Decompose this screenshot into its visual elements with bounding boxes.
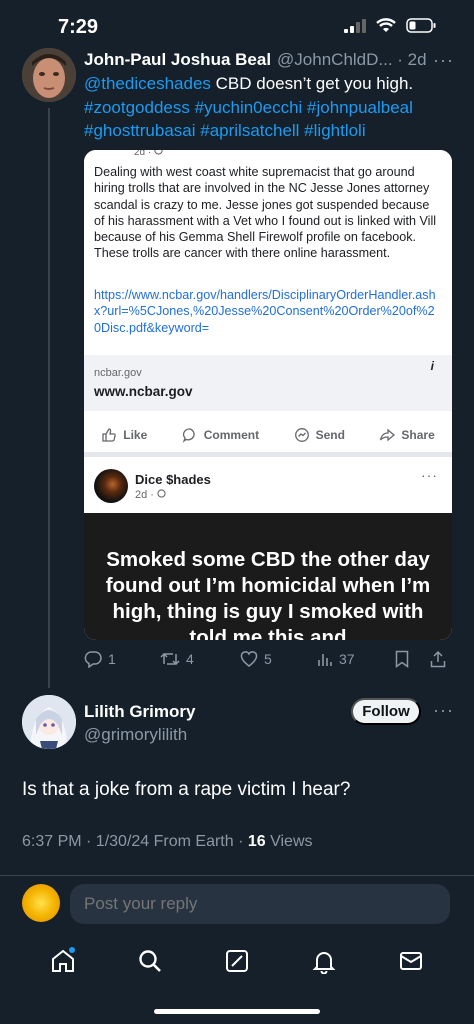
reply-author-avatar[interactable] xyxy=(22,695,76,749)
info-icon: i xyxy=(430,359,434,373)
mention-link[interactable]: @thediceshades xyxy=(84,74,211,93)
reply-views-count: 16 xyxy=(247,833,266,850)
fb-post-2-header: Dice $hades 2d · ··· xyxy=(84,457,452,513)
fb-post-2-meta: 2d · xyxy=(135,489,166,501)
reply-author-handle[interactable]: @grimorylilith xyxy=(84,725,187,745)
bookmark-icon xyxy=(395,650,409,668)
share-button[interactable] xyxy=(430,650,446,668)
bell-icon xyxy=(312,952,336,974)
views-count: 37 xyxy=(339,651,355,667)
reply-text: Is that a joke from a rape victim I hear… xyxy=(22,779,351,800)
status-bar: 7:29 xyxy=(0,0,474,56)
nav-grok[interactable] xyxy=(213,939,261,983)
share-arrow-icon xyxy=(380,428,396,442)
tweet-text: @thediceshades CBD doesn’t get you high.… xyxy=(84,72,454,143)
battery-icon xyxy=(406,18,436,33)
tweet-media-image[interactable]: 2d · Dealing with west coast white supre… xyxy=(84,150,452,640)
fb-post-2-image: Smoked some CBD the other day found out … xyxy=(84,513,452,640)
status-time: 7:29 xyxy=(58,16,99,38)
retweet-icon xyxy=(160,652,180,666)
reply-count: 1 xyxy=(108,651,116,667)
like-button[interactable]: 5 xyxy=(240,650,272,668)
fb-link-domain: www.ncbar.gov xyxy=(94,384,193,399)
author-avatar[interactable] xyxy=(22,48,76,102)
fb-post-2-avatar xyxy=(94,469,128,503)
grok-icon xyxy=(225,950,248,972)
globe-icon xyxy=(154,150,163,155)
fb-comment: Comment xyxy=(182,427,259,443)
comment-icon xyxy=(182,428,195,443)
thread-line xyxy=(48,108,50,688)
nav-home[interactable] xyxy=(39,939,87,983)
fb-post-1-url: https://www.ncbar.gov/handlers/Disciplin… xyxy=(94,288,436,335)
follow-button[interactable]: Follow xyxy=(351,698,421,725)
tweet-body: CBD doesn’t get you high. xyxy=(210,74,414,93)
reply-button[interactable]: 1 xyxy=(84,650,116,668)
views-icon xyxy=(318,654,332,666)
home-indicator xyxy=(154,1009,320,1014)
reply-more-options-icon[interactable]: ··· xyxy=(433,700,454,721)
nav-notifications[interactable] xyxy=(300,939,348,983)
retweet-count: 4 xyxy=(186,651,194,667)
fb-post-2-name: Dice $hades xyxy=(135,472,211,487)
tweet-action-bar: 1 4 5 37 xyxy=(84,648,454,670)
like-count: 5 xyxy=(264,651,272,667)
thumbs-up-icon xyxy=(102,428,117,442)
messenger-icon xyxy=(294,428,309,442)
fb-post-2-text: Smoked some CBD the other day found out … xyxy=(105,548,431,640)
fb-action-bar: Like Comment Send Share xyxy=(84,420,452,450)
nav-messages[interactable] xyxy=(387,939,435,983)
bottom-nav xyxy=(0,936,474,986)
signal-icon xyxy=(344,18,366,33)
nav-search[interactable] xyxy=(126,939,174,983)
divider xyxy=(0,875,474,876)
current-user-avatar[interactable] xyxy=(22,884,60,922)
heart-icon xyxy=(240,651,258,667)
wifi-icon xyxy=(376,18,396,32)
fb-like: Like xyxy=(101,427,147,443)
views-button[interactable]: 37 xyxy=(317,651,355,667)
mail-icon xyxy=(399,952,422,970)
retweet-button[interactable]: 4 xyxy=(160,650,194,668)
status-icons xyxy=(344,18,436,33)
reply-input[interactable] xyxy=(70,884,450,924)
fb-share: Share xyxy=(379,427,435,443)
fb-post-1-meta: 2d · xyxy=(134,150,163,158)
share-icon xyxy=(430,650,446,668)
reply-icon xyxy=(84,651,102,668)
tweet-header: John-Paul Joshua Beal @JohnChldD... · 2d xyxy=(84,50,454,70)
fb-post-1-body: Dealing with west coast white supremacis… xyxy=(94,165,437,261)
reply-meta: 6:37 PM · 1/30/24 From Earth · 16 Views xyxy=(22,833,313,851)
author-handle-time[interactable]: @JohnChldD... · 2d xyxy=(277,50,427,70)
hashtags-line-2[interactable]: #ghosttrubasai #aprilsatchell #lightloli xyxy=(84,121,366,140)
reply-timestamp: 6:37 PM · 1/30/24 From Earth · xyxy=(22,833,248,850)
fb-more-icon: ··· xyxy=(421,467,438,483)
reply-views-label: Views xyxy=(265,833,313,850)
bookmark-button[interactable] xyxy=(395,650,409,668)
hashtags-line-1[interactable]: #zootgoddess #yuchin0ecchi #johnpualbeal xyxy=(84,98,413,117)
author-name[interactable]: John-Paul Joshua Beal xyxy=(84,50,271,70)
more-options-icon[interactable]: ··· xyxy=(433,50,454,71)
search-icon xyxy=(139,950,162,972)
globe-icon xyxy=(157,489,166,498)
reply-author-name[interactable]: Lilith Grimory xyxy=(84,702,195,722)
fb-link-preview: i ncbar.gov www.ncbar.gov xyxy=(84,355,452,411)
fb-link-domain-small: ncbar.gov xyxy=(94,367,142,379)
fb-send: Send xyxy=(294,427,345,443)
